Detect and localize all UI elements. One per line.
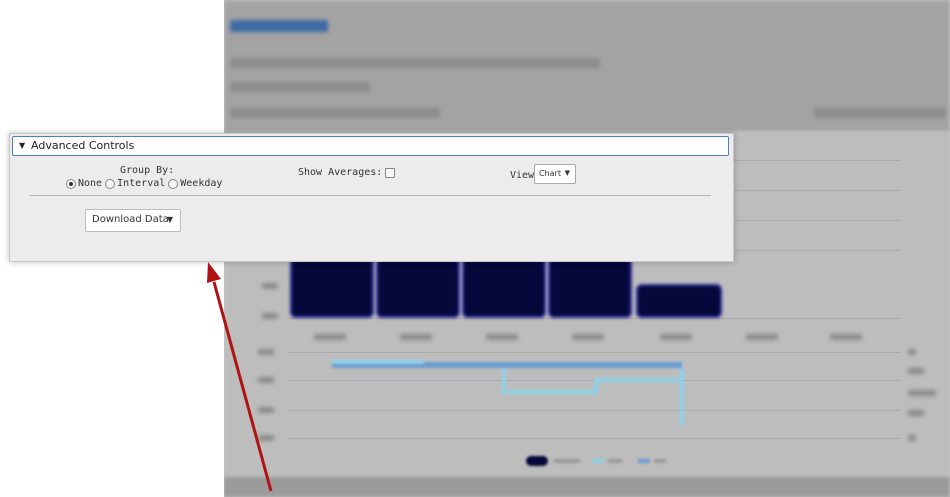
- annotation-arrow-head: [207, 262, 221, 283]
- annotation-arrow: [207, 262, 273, 492]
- annotation-arrow-line: [212, 281, 273, 492]
